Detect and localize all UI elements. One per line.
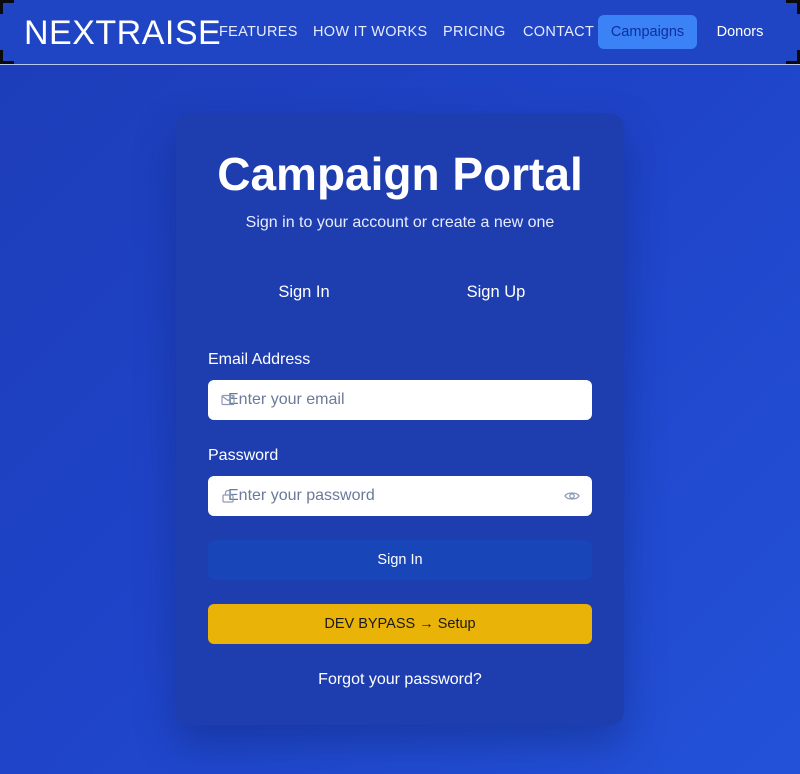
password-input[interactable] — [208, 476, 592, 516]
brand-logo[interactable]: NEXTRAISE — [24, 14, 221, 53]
corner-bracket-top-left — [0, 0, 14, 14]
nav-campaigns-button[interactable]: Campaigns — [598, 15, 697, 49]
forgot-password-link[interactable]: Forgot your password? — [0, 671, 800, 689]
eye-icon[interactable] — [564, 488, 580, 504]
nav-features[interactable]: FEATURES — [219, 24, 298, 40]
sign-in-submit-button[interactable]: Sign In — [208, 540, 592, 580]
mail-icon — [221, 394, 235, 406]
password-label: Password — [208, 447, 279, 464]
email-label: Email Address — [208, 351, 311, 368]
page-title: Campaign Portal — [217, 148, 583, 200]
corner-bracket-top-right — [786, 0, 800, 14]
nav-contact[interactable]: CONTACT — [523, 24, 594, 40]
lock-icon — [222, 489, 234, 503]
dev-bypass-button[interactable]: DEV BYPASS → Setup — [208, 604, 592, 644]
corner-bracket-bottom-left — [0, 50, 14, 64]
top-nav-bar: NEXTRAISE FEATURES HOW IT WORKS PRICING … — [0, 0, 800, 65]
nav-how-it-works[interactable]: HOW IT WORKS — [313, 24, 428, 40]
nav-donors-button[interactable]: Donors — [705, 15, 775, 49]
tab-sign-up[interactable]: Sign Up — [436, 283, 556, 302]
page-subtitle: Sign in to your account or create a new … — [245, 214, 555, 231]
email-input[interactable] — [208, 380, 592, 420]
nav-pricing[interactable]: PRICING — [443, 24, 506, 40]
tab-sign-in[interactable]: Sign In — [244, 283, 364, 302]
corner-bracket-bottom-right — [786, 50, 800, 64]
